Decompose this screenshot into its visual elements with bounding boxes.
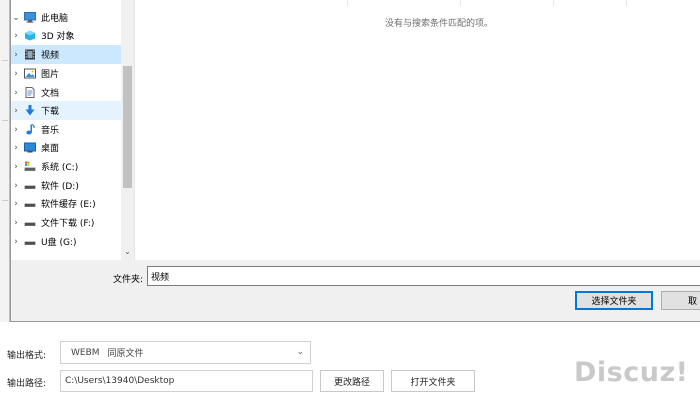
nav-item-drive-c[interactable]: › 系统 (C:) <box>11 157 121 176</box>
image-icon <box>24 68 36 79</box>
column-divider <box>460 0 461 6</box>
nav-item-pictures[interactable]: › 图片 <box>11 64 121 83</box>
download-arrow-icon <box>24 105 36 116</box>
folder-input[interactable] <box>147 266 700 286</box>
column-divider <box>347 0 348 6</box>
format-description: 同原文件 <box>107 349 144 359</box>
nav-label: 文档 <box>41 89 60 99</box>
nav-item-3d-objects[interactable]: › 3D 对象 <box>11 26 121 45</box>
chevron-right-icon[interactable]: › <box>11 69 21 79</box>
empty-results-message: 没有与搜索条件匹配的项。 <box>385 19 494 29</box>
nav-item-drive-e[interactable]: › 软件缓存 (E:) <box>11 194 121 213</box>
chevron-right-icon[interactable]: › <box>11 181 21 191</box>
drive-icon <box>24 236 36 247</box>
nav-item-music[interactable]: › 音乐 <box>11 120 121 139</box>
nav-label: 下载 <box>41 107 60 117</box>
folder-field-label: 文件夹: <box>113 275 144 285</box>
folder-picker-dialog: ⌄ 此电脑 › 3D 对象 › 视频 › 图片 › 文档 › 下载 › 音乐 ›… <box>10 0 700 322</box>
chevron-right-icon[interactable]: › <box>11 106 21 116</box>
background-window-edge <box>0 0 10 322</box>
chevron-right-icon[interactable]: › <box>11 88 21 98</box>
output-format-label: 输出格式: <box>7 351 47 361</box>
change-path-button[interactable]: 更改路径 <box>320 370 384 392</box>
nav-label: 系统 (C:) <box>41 163 79 173</box>
chevron-right-icon[interactable]: › <box>11 218 21 228</box>
nav-item-drive-d[interactable]: › 软件 (D:) <box>11 176 121 195</box>
desktop-icon <box>24 142 36 153</box>
nav-item-drive-f[interactable]: › 文件下载 (F:) <box>11 213 121 232</box>
nav-label: 桌面 <box>41 144 60 154</box>
nav-label: 此电脑 <box>41 14 69 24</box>
nav-label: 3D 对象 <box>41 32 75 42</box>
nav-label: 软件 (D:) <box>41 182 79 192</box>
film-icon <box>24 49 36 60</box>
nav-label: 视频 <box>41 51 60 61</box>
drive-icon <box>24 217 36 228</box>
chevron-right-icon[interactable]: › <box>11 31 21 41</box>
select-folder-button[interactable]: 选择文件夹 <box>575 291 653 310</box>
nav-item-documents[interactable]: › 文档 <box>11 83 121 102</box>
open-folder-button[interactable]: 打开文件夹 <box>391 370 475 392</box>
nav-label: 文件下载 (F:) <box>41 219 95 229</box>
column-divider <box>553 0 554 6</box>
column-divider <box>626 0 627 6</box>
nav-item-drive-g[interactable]: › U盘 (G:) <box>11 232 121 251</box>
chevron-down-icon[interactable]: ⌄ <box>296 347 304 357</box>
chevron-right-icon[interactable]: › <box>11 237 21 247</box>
nav-item-desktop[interactable]: › 桌面 <box>11 138 121 157</box>
format-value: WEBM <box>71 347 100 358</box>
chevron-right-icon[interactable]: › <box>11 50 21 60</box>
cancel-button[interactable]: 取 <box>661 291 700 310</box>
nav-item-videos[interactable]: › 视频 <box>11 45 121 64</box>
chevron-down-icon[interactable]: ⌄ <box>11 13 21 23</box>
file-list-pane[interactable]: 没有与搜索条件匹配的项。 <box>134 0 700 260</box>
cube-icon <box>24 30 36 41</box>
music-note-icon <box>24 124 36 135</box>
chevron-right-icon[interactable]: › <box>11 143 21 153</box>
nav-label: 图片 <box>41 70 60 80</box>
nav-label: U盘 (G:) <box>41 238 77 248</box>
nav-label: 软件缓存 (E:) <box>41 200 96 210</box>
monitor-icon <box>24 12 36 23</box>
nav-scrollbar[interactable]: ⌄ <box>121 0 134 260</box>
nav-label: 音乐 <box>41 126 60 136</box>
navigation-pane: ⌄ 此电脑 › 3D 对象 › 视频 › 图片 › 文档 › 下载 › 音乐 ›… <box>11 0 134 260</box>
chevron-right-icon[interactable]: › <box>11 125 21 135</box>
nav-item-this-pc[interactable]: ⌄ 此电脑 <box>11 8 121 27</box>
nav-item-downloads[interactable]: › 下载 <box>11 101 121 120</box>
drive-icon <box>24 180 36 191</box>
output-path-input[interactable] <box>60 370 313 392</box>
discuz-watermark: Discuz! <box>574 357 689 388</box>
document-icon <box>24 87 36 98</box>
nav-scrollbar-thumb[interactable] <box>123 66 132 188</box>
output-format-select[interactable]: WEBM 同原文件 ⌄ <box>60 341 311 364</box>
scroll-down-arrow-icon[interactable]: ⌄ <box>121 246 134 258</box>
output-path-label: 输出路径: <box>7 379 47 389</box>
system-drive-icon <box>24 161 36 172</box>
chevron-right-icon[interactable]: › <box>11 162 21 172</box>
chevron-right-icon[interactable]: › <box>11 199 21 209</box>
drive-icon <box>24 198 36 209</box>
